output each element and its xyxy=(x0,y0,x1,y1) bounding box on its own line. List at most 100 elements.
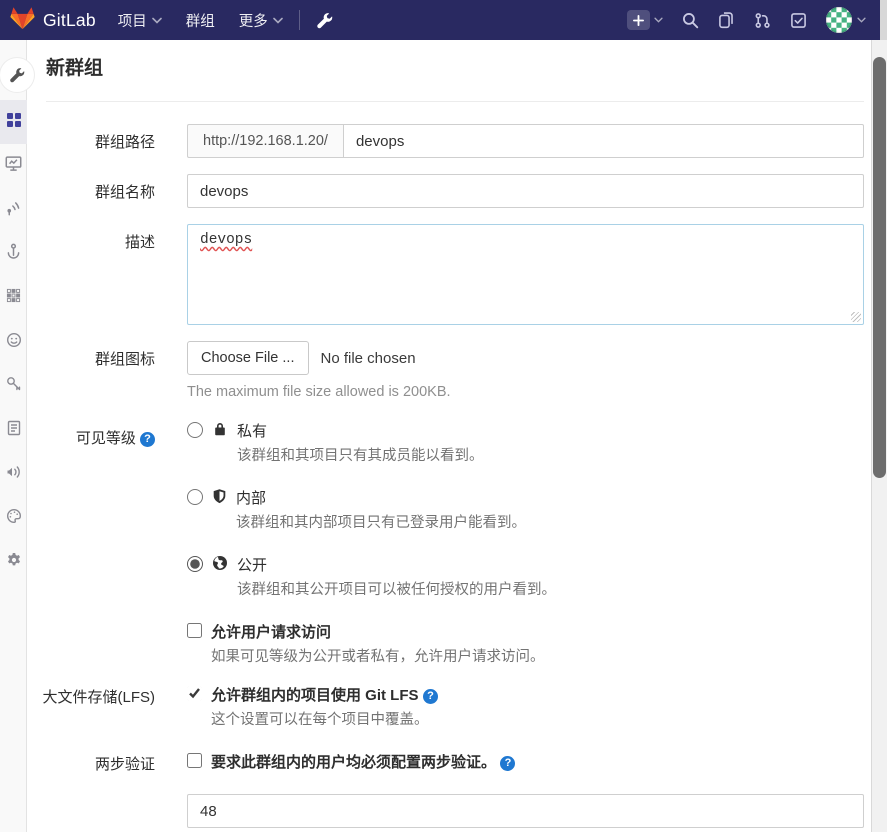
public-option-desc: 该群组和其公开项目可以被任何授权的用户看到。 xyxy=(237,582,556,598)
overview-grid-icon xyxy=(6,112,22,133)
private-option-desc: 该群组和其项目只有其成员能以看到。 xyxy=(237,448,484,464)
group-path-prefix: http://192.168.1.20/ xyxy=(187,124,343,158)
vertical-scrollbar[interactable] xyxy=(871,40,887,832)
new-dropdown[interactable] xyxy=(627,10,663,30)
two-factor-row[interactable]: 要求此群组内的用户均必须配置两步验证。 xyxy=(187,751,864,772)
visibility-option-internal[interactable]: 内部 该群组和其内部项目只有已登录用户能看到。 xyxy=(187,487,864,532)
apps-grid-icon xyxy=(6,288,21,308)
help-icon[interactable] xyxy=(422,689,438,704)
form-row-two-factor-grace: 允许用户跳过强制配置两步验证的时间（小时） xyxy=(27,794,864,832)
description-text: devops xyxy=(200,232,253,248)
main-content: 新群组 群组路径 http://192.168.1.20/ 群组名称 描述 xyxy=(27,40,871,832)
search-icon[interactable] xyxy=(682,12,699,29)
shield-icon xyxy=(212,488,227,532)
public-option-name: 公开 xyxy=(237,557,268,574)
nav-item-more-label: 更多 xyxy=(238,13,268,30)
user-menu[interactable] xyxy=(826,7,866,33)
public-radio[interactable] xyxy=(187,556,203,572)
monitor-icon xyxy=(5,155,22,177)
navbar-right xyxy=(627,7,866,33)
admin-wrench-icon[interactable] xyxy=(316,12,333,29)
nav-item-groups[interactable]: 群组 xyxy=(186,10,215,31)
form-row-group-name: 群组名称 xyxy=(27,174,864,208)
form-row-two-factor: 两步验证 要求此群组内的用户均必须配置两步验证。 xyxy=(27,751,864,774)
log-icon xyxy=(6,420,22,441)
request-access-checkbox[interactable] xyxy=(187,623,202,638)
sidebar-item-spam[interactable] xyxy=(0,320,27,364)
group-path-input[interactable] xyxy=(342,124,864,158)
description-textarea[interactable]: devops xyxy=(187,224,864,325)
gitlab-home-link[interactable]: GitLab xyxy=(10,6,96,35)
brand-name: GitLab xyxy=(43,9,96,30)
plus-icon xyxy=(627,10,650,30)
avatar xyxy=(826,7,852,33)
nav-item-projects[interactable]: 项目 xyxy=(118,10,162,31)
visibility-option-private[interactable]: 私有 该群组和其项目只有其成员能以看到。 xyxy=(187,420,864,465)
visibility-label-text: 可见等级 xyxy=(75,430,136,447)
chevron-down-icon xyxy=(272,17,283,24)
group-path-label: 群组路径 xyxy=(94,134,155,151)
sidebar-item-logs[interactable] xyxy=(0,408,27,452)
visibility-label: 可见等级 xyxy=(27,420,187,666)
broadcast-icon xyxy=(5,199,22,221)
key-icon xyxy=(6,376,22,397)
sidebar-item-messages[interactable] xyxy=(0,452,27,496)
sidebar-item-appearance[interactable] xyxy=(0,496,27,540)
internal-option-name: 内部 xyxy=(236,490,267,507)
lfs-label: 大文件存储(LFS) xyxy=(42,689,155,706)
sidebar-item-applications[interactable] xyxy=(0,276,27,320)
admin-sidebar xyxy=(0,40,34,832)
resize-handle-icon[interactable] xyxy=(851,312,861,322)
scrollbar-thumb[interactable] xyxy=(873,57,886,478)
lfs-row[interactable]: 允许群组内的项目使用 Git LFS 这个设置可以在每个项目中覆盖。 xyxy=(187,684,864,729)
help-icon[interactable] xyxy=(140,432,155,447)
nav-item-more[interactable]: 更多 xyxy=(239,10,283,31)
help-icon[interactable] xyxy=(500,756,516,771)
chevron-down-icon xyxy=(151,17,162,24)
chevron-down-icon xyxy=(654,17,663,23)
internal-radio[interactable] xyxy=(187,489,203,505)
chevron-down-icon xyxy=(857,17,866,23)
internal-option-desc: 该群组和其内部项目只有已登录用户能看到。 xyxy=(236,515,526,531)
two-factor-grace-input[interactable] xyxy=(187,794,864,828)
sidebar-item-hooks[interactable] xyxy=(0,232,27,276)
nav-item-groups-label: 群组 xyxy=(185,13,215,30)
sidebar-item-monitoring[interactable] xyxy=(0,144,27,188)
top-navbar: GitLab 项目 群组 更多 xyxy=(0,0,880,40)
todo-icon[interactable] xyxy=(790,12,807,29)
visibility-option-public[interactable]: 公开 该群组和其公开项目可以被任何授权的用户看到。 xyxy=(187,554,864,599)
form-row-description: 描述 devops xyxy=(27,224,864,325)
request-access-row[interactable]: 允许用户请求访问 如果可见等级为公开或者私有，允许用户请求访问。 xyxy=(187,621,864,666)
merge-request-icon[interactable] xyxy=(754,12,771,29)
messages-icon xyxy=(6,464,22,485)
issues-icon[interactable] xyxy=(718,11,735,29)
sidebar-item-deploy-keys[interactable] xyxy=(0,364,27,408)
group-name-label: 群组名称 xyxy=(94,184,155,201)
nav-item-projects-label: 项目 xyxy=(117,13,147,30)
group-name-input[interactable] xyxy=(187,174,864,208)
sidebar-item-admin[interactable] xyxy=(0,50,34,100)
nav-links: 项目 群组 更多 xyxy=(118,10,283,31)
form-row-group-avatar: 群组图标 Choose File ... No file chosen The … xyxy=(27,341,864,400)
lfs-title: 允许群组内的项目使用 Git LFS xyxy=(211,687,419,704)
avatar-size-hint: The maximum file size allowed is 200KB. xyxy=(187,384,451,400)
divider xyxy=(46,101,864,102)
sidebar-item-broadcast[interactable] xyxy=(0,188,27,232)
window-corner xyxy=(880,0,887,40)
private-radio[interactable] xyxy=(187,422,203,438)
gitlab-tanuki-logo-icon xyxy=(10,6,35,35)
nav-divider xyxy=(298,10,300,30)
two-factor-checkbox[interactable] xyxy=(187,753,202,768)
group-avatar-label: 群组图标 xyxy=(94,351,155,368)
request-access-desc: 如果可见等级为公开或者私有，允许用户请求访问。 xyxy=(211,649,545,665)
form-row-visibility: 可见等级 私有 该群组和其项目只有其成员能以看到。 xyxy=(27,420,864,666)
sidebar-item-overview[interactable] xyxy=(0,100,27,144)
lfs-checkbox[interactable] xyxy=(187,686,202,701)
file-status: No file chosen xyxy=(320,349,416,367)
gear-icon xyxy=(6,552,22,573)
sidebar-item-settings[interactable] xyxy=(0,540,27,584)
choose-file-button[interactable]: Choose File ... xyxy=(187,341,309,375)
palette-icon xyxy=(6,508,22,529)
two-factor-label: 两步验证 xyxy=(94,756,155,773)
form-row-lfs: 大文件存储(LFS) 允许群组内的项目使用 Git LFS 这个设置可以在每个项… xyxy=(27,684,864,729)
